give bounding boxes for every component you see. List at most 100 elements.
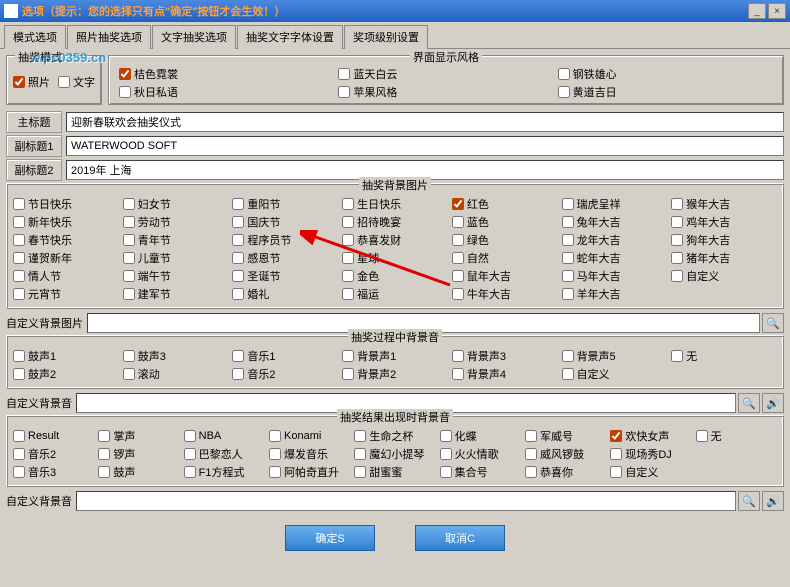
checkbox-option[interactable]: 圣诞节 <box>232 268 338 284</box>
search-icon[interactable]: 🔍 <box>738 393 760 413</box>
checkbox-option[interactable]: 兔年大吉 <box>562 214 668 230</box>
tab-prize[interactable]: 奖项级别设置 <box>344 25 428 49</box>
search-icon[interactable]: 🔍 <box>762 313 784 333</box>
checkbox-option[interactable]: 情人节 <box>13 268 119 284</box>
checkbox-option[interactable]: 爆发音乐 <box>269 446 350 462</box>
checkbox-option[interactable]: Result <box>13 428 94 444</box>
checkbox-option[interactable]: 背景声1 <box>342 348 448 364</box>
checkbox-option[interactable]: 无 <box>671 348 777 364</box>
checkbox-option[interactable]: 节日快乐 <box>13 196 119 212</box>
close-button[interactable]: × <box>768 3 786 19</box>
tab-mode[interactable]: 模式选项 <box>4 25 66 49</box>
style-opt[interactable]: 秋日私语 <box>119 84 334 100</box>
checkbox-option[interactable]: 羊年大吉 <box>562 286 668 302</box>
checkbox-option[interactable]: 重阳节 <box>232 196 338 212</box>
checkbox-option[interactable]: 鼓声3 <box>123 348 229 364</box>
checkbox-option[interactable]: 春节快乐 <box>13 232 119 248</box>
ok-button[interactable]: 确定S <box>285 525 375 551</box>
checkbox-option[interactable]: 自定义 <box>610 464 691 480</box>
checkbox-option[interactable]: 集合号 <box>440 464 521 480</box>
mode-text[interactable]: 文字 <box>58 64 95 100</box>
checkbox-option[interactable]: 巴黎恋人 <box>184 446 265 462</box>
checkbox-option[interactable]: 端午节 <box>123 268 229 284</box>
checkbox-option[interactable]: 星球 <box>342 250 448 266</box>
checkbox-option[interactable]: 婚礼 <box>232 286 338 302</box>
checkbox-option[interactable]: 感恩节 <box>232 250 338 266</box>
checkbox-option[interactable]: 青年节 <box>123 232 229 248</box>
checkbox-option[interactable]: 儿童节 <box>123 250 229 266</box>
checkbox-option[interactable]: 鸡年大吉 <box>671 214 777 230</box>
checkbox-option[interactable]: 程序员节 <box>232 232 338 248</box>
checkbox-option[interactable]: NBA <box>184 428 265 444</box>
style-opt[interactable]: 黄道吉日 <box>558 84 773 100</box>
checkbox-option[interactable]: 锣声 <box>98 446 179 462</box>
tab-text[interactable]: 文字抽奖选项 <box>152 25 236 49</box>
checkbox-option[interactable]: 马年大吉 <box>562 268 668 284</box>
checkbox-option[interactable]: 背景声2 <box>342 366 448 382</box>
custom-bgm2-input[interactable] <box>76 491 736 511</box>
tab-font[interactable]: 抽奖文字字体设置 <box>237 25 343 49</box>
checkbox-option[interactable]: 福运 <box>342 286 448 302</box>
minimize-button[interactable]: _ <box>748 3 766 19</box>
checkbox-option[interactable]: 建军节 <box>123 286 229 302</box>
speaker-icon[interactable]: 🔊 <box>762 393 784 413</box>
checkbox-option[interactable]: 金色 <box>342 268 448 284</box>
checkbox-option[interactable]: 蓝色 <box>452 214 558 230</box>
style-opt[interactable]: 蓝天白云 <box>338 66 553 82</box>
checkbox-option[interactable]: 生日快乐 <box>342 196 448 212</box>
checkbox-option[interactable]: 元宵节 <box>13 286 119 302</box>
checkbox-option[interactable]: 恭喜发财 <box>342 232 448 248</box>
checkbox-option[interactable]: 背景声5 <box>562 348 668 364</box>
mode-photo[interactable]: 照片 <box>13 64 50 100</box>
checkbox-option[interactable]: 新年快乐 <box>13 214 119 230</box>
checkbox-option[interactable]: 鼓声 <box>98 464 179 480</box>
cancel-button[interactable]: 取消C <box>415 525 505 551</box>
checkbox-option[interactable]: 现场秀DJ <box>610 446 691 462</box>
style-opt[interactable]: 钢铁雄心 <box>558 66 773 82</box>
search-icon[interactable]: 🔍 <box>738 491 760 511</box>
checkbox-option[interactable]: 化蝶 <box>440 428 521 444</box>
checkbox-option[interactable]: 音乐1 <box>232 348 338 364</box>
checkbox-option[interactable]: 掌声 <box>98 428 179 444</box>
checkbox-option[interactable]: 招待晚宴 <box>342 214 448 230</box>
checkbox-option[interactable]: Konami <box>269 428 350 444</box>
checkbox-option[interactable]: 鼓声2 <box>13 366 119 382</box>
checkbox-option[interactable]: 生命之杯 <box>354 428 435 444</box>
checkbox-option[interactable]: 魔幻小提琴 <box>354 446 435 462</box>
checkbox-option[interactable]: 妇女节 <box>123 196 229 212</box>
checkbox-option[interactable]: 阿帕奇直升 <box>269 464 350 480</box>
checkbox-option[interactable]: 背景声3 <box>452 348 558 364</box>
checkbox-option[interactable]: 自然 <box>452 250 558 266</box>
checkbox-option[interactable]: 谨贺新年 <box>13 250 119 266</box>
checkbox-option[interactable]: 瑞虎呈祥 <box>562 196 668 212</box>
checkbox-option[interactable]: 狗年大吉 <box>671 232 777 248</box>
checkbox-option[interactable]: F1方程式 <box>184 464 265 480</box>
checkbox-option[interactable]: 音乐2 <box>232 366 338 382</box>
checkbox-option[interactable]: 恭喜你 <box>525 464 606 480</box>
checkbox-option[interactable]: 音乐2 <box>13 446 94 462</box>
checkbox-option[interactable]: 蛇年大吉 <box>562 250 668 266</box>
checkbox-option[interactable]: 火火情歌 <box>440 446 521 462</box>
style-opt[interactable]: 桔色霓裳 <box>119 66 334 82</box>
checkbox-option[interactable]: 自定义 <box>562 366 668 382</box>
checkbox-option[interactable]: 龙年大吉 <box>562 232 668 248</box>
checkbox-option[interactable]: 自定义 <box>671 268 777 284</box>
speaker-icon[interactable]: 🔊 <box>762 491 784 511</box>
checkbox-option[interactable]: 军威号 <box>525 428 606 444</box>
checkbox-option[interactable]: 音乐3 <box>13 464 94 480</box>
main-title-input[interactable] <box>66 112 784 132</box>
tab-photo[interactable]: 照片抽奖选项 <box>67 25 151 49</box>
checkbox-option[interactable]: 牛年大吉 <box>452 286 558 302</box>
checkbox-option[interactable]: 背景声4 <box>452 366 558 382</box>
checkbox-option[interactable]: 绿色 <box>452 232 558 248</box>
checkbox-option[interactable]: 猴年大吉 <box>671 196 777 212</box>
checkbox-option[interactable]: 鼓声1 <box>13 348 119 364</box>
checkbox-option[interactable]: 威风锣鼓 <box>525 446 606 462</box>
sub1-input[interactable] <box>66 136 784 156</box>
checkbox-option[interactable]: 无 <box>696 428 777 444</box>
checkbox-option[interactable]: 国庆节 <box>232 214 338 230</box>
checkbox-option[interactable]: 鼠年大吉 <box>452 268 558 284</box>
style-opt[interactable]: 苹果风格 <box>338 84 553 100</box>
checkbox-option[interactable]: 红色 <box>452 196 558 212</box>
checkbox-option[interactable]: 劳动节 <box>123 214 229 230</box>
